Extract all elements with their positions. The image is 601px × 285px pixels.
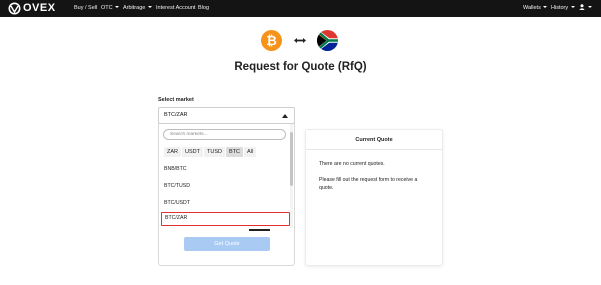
bitcoin-icon: ₿ xyxy=(261,30,282,51)
logo[interactable]: OVEX xyxy=(8,2,56,15)
chevron-down-icon xyxy=(147,6,152,8)
dropdown-scrollbar[interactable] xyxy=(290,124,293,228)
user-icon xyxy=(579,3,585,10)
market-option-btc-zar[interactable]: BTC/ZAR xyxy=(161,212,290,226)
get-quote-button[interactable]: Get Quote xyxy=(184,237,270,251)
page-title: Request for Quote (RfQ) xyxy=(234,61,367,73)
south-africa-flag-icon xyxy=(317,30,338,51)
nav-buy-sell[interactable]: Buy / Sell xyxy=(74,0,97,17)
market-option-bnb-btc[interactable]: BNB/BTC xyxy=(164,166,186,172)
ovex-logo-icon xyxy=(8,2,21,15)
current-quote-card: Current Quote There are no current quote… xyxy=(305,129,443,266)
chevron-down-icon xyxy=(587,6,592,8)
quote-hint-text: Please fill out the request form to rece… xyxy=(319,177,418,191)
chevron-up-icon[interactable] xyxy=(282,114,288,118)
nav-blog[interactable]: Blog xyxy=(198,0,209,17)
current-quote-title: Current Quote xyxy=(355,137,393,143)
market-dropdown: ZAR USDT TUSD BTC All BNB/BTC BTC/TUSD B… xyxy=(159,124,294,228)
market-option-btc-tusd[interactable]: BTC/TUSD xyxy=(164,183,190,189)
scrollbar-thumb[interactable] xyxy=(290,132,293,186)
nav-arbitrage[interactable]: Arbitrage xyxy=(123,0,152,17)
nav-interest-account[interactable]: Interest Account xyxy=(156,0,195,17)
no-quotes-text: There are no current quotes. xyxy=(319,161,385,167)
market-search-input[interactable] xyxy=(163,129,286,140)
swap-arrow-icon xyxy=(294,38,306,43)
market-select[interactable]: BTC/ZAR xyxy=(158,107,295,124)
chevron-down-icon xyxy=(570,6,575,8)
filter-usdt[interactable]: USDT xyxy=(182,147,203,157)
filter-all[interactable]: All xyxy=(243,147,257,157)
user-menu[interactable] xyxy=(579,0,592,17)
nav-history-label: History xyxy=(551,5,569,11)
nav-arbitrage-label: Arbitrage xyxy=(123,5,146,11)
divider xyxy=(306,149,442,150)
select-market-label: Select market xyxy=(158,97,194,103)
market-filter-tabs: ZAR USDT TUSD BTC All xyxy=(164,147,257,157)
nav-history[interactable]: History xyxy=(551,0,575,17)
logo-text: OVEX xyxy=(23,2,56,14)
market-option-btc-usdt[interactable]: BTC/USDT xyxy=(164,200,190,206)
top-navbar: OVEX Buy / Sell OTC Arbitrage Interest A… xyxy=(0,0,601,17)
chevron-down-icon xyxy=(115,6,120,8)
nav-wallets[interactable]: Wallets xyxy=(523,0,548,17)
nav-otc-label: OTC xyxy=(101,5,113,11)
selected-market-value: BTC/ZAR xyxy=(164,112,188,118)
filter-tusd[interactable]: TUSD xyxy=(203,147,225,157)
nav-otc[interactable]: OTC xyxy=(101,0,120,17)
filter-btc[interactable]: BTC xyxy=(225,147,243,157)
divider xyxy=(249,229,270,231)
filter-zar[interactable]: ZAR xyxy=(164,147,181,157)
chevron-down-icon xyxy=(543,6,548,8)
nav-wallets-label: Wallets xyxy=(523,5,541,11)
